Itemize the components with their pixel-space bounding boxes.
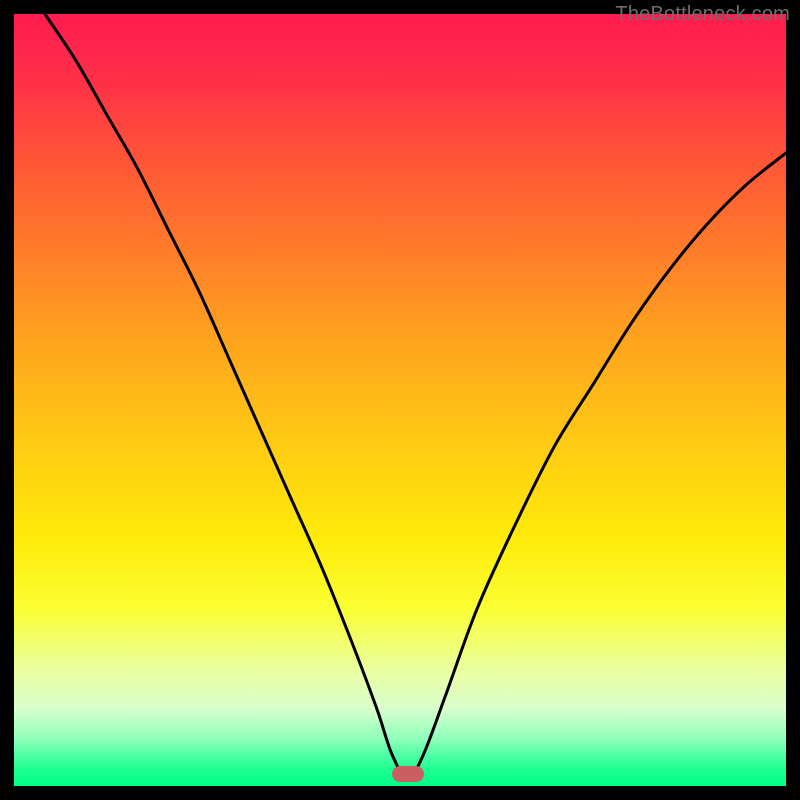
watermark-text: TheBottleneck.com [615,3,790,26]
chart-gradient-area [14,14,786,786]
bottleneck-curve [14,14,786,786]
optimal-marker [392,766,424,782]
